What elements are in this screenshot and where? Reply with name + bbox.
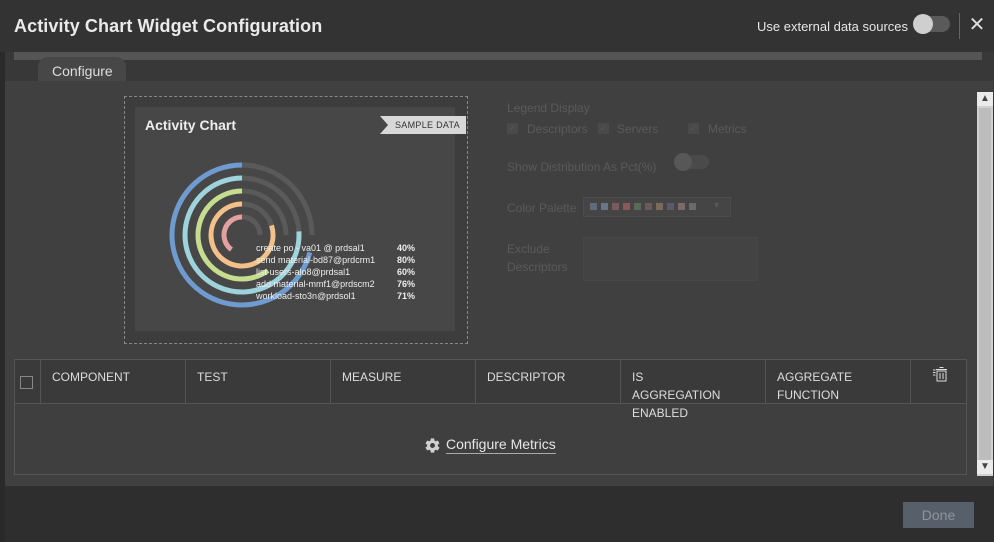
palette-swatch	[590, 203, 597, 210]
col-descriptor[interactable]: DESCRIPTOR	[476, 360, 621, 404]
exclude-label: Exclude	[507, 242, 550, 256]
select-all-cell	[15, 360, 41, 404]
sample-data-label: SAMPLE DATA	[395, 120, 460, 130]
color-palette-select[interactable]: ▾	[583, 197, 731, 217]
tab-configure[interactable]: Configure	[38, 57, 126, 81]
tab-strip	[14, 52, 982, 60]
table-header: COMPONENT TEST MEASURE DESCRIPTOR IS AGG…	[15, 360, 966, 420]
close-icon[interactable]: ✕	[967, 14, 987, 36]
legend-pct: 60%	[397, 267, 416, 277]
select-all-checkbox[interactable]	[20, 376, 33, 389]
col-test[interactable]: TEST	[186, 360, 331, 404]
header-divider	[959, 13, 960, 39]
toggle-knob	[674, 153, 692, 171]
legend-pct: 40%	[397, 243, 416, 253]
scroll-down-icon[interactable]: ▼	[977, 460, 993, 474]
palette-swatch	[623, 203, 630, 210]
descriptors-checkbox[interactable]: ✓	[507, 123, 518, 134]
configure-metrics-label: Configure Metrics	[446, 436, 556, 454]
palette-swatch	[689, 203, 696, 210]
ring-arc	[221, 214, 243, 252]
show-pct-label: Show Distribution As Pct(%)	[507, 160, 657, 174]
show-pct-toggle[interactable]	[674, 153, 709, 171]
color-palette-label: Color Palette	[507, 201, 577, 215]
servers-checkbox[interactable]: ✓	[598, 123, 609, 134]
palette-swatch	[656, 203, 663, 210]
tab-configure-label: Configure	[52, 63, 113, 79]
col-is-aggregation-enabled[interactable]: IS AGGREGATION ENABLED	[621, 360, 766, 420]
legend-label: workload-sto3n@prdsol1	[256, 291, 356, 301]
scroll-up-icon[interactable]: ▲	[977, 92, 993, 106]
gear-icon	[425, 438, 440, 453]
palette-swatch	[678, 203, 685, 210]
chevron-down-icon: ▾	[714, 200, 720, 211]
sample-data-badge: SAMPLE DATA	[380, 116, 466, 134]
col-measure[interactable]: MEASURE	[331, 360, 476, 404]
ring-track	[241, 162, 315, 236]
palette-swatch	[601, 203, 608, 210]
palette-swatch	[667, 203, 674, 210]
external-sources-label: Use external data sources	[757, 19, 909, 34]
toggle-knob	[913, 14, 933, 34]
ring-track	[241, 214, 263, 236]
legend-pct: 76%	[397, 279, 416, 289]
external-sources-toggle[interactable]	[913, 14, 950, 34]
scrollbar-thumb[interactable]	[979, 108, 991, 460]
legend-pct: 71%	[397, 291, 416, 301]
col-component[interactable]: COMPONENT	[41, 360, 186, 404]
metrics-label: Metrics	[708, 122, 747, 136]
vertical-scrollbar[interactable]: ▲ ▼	[977, 92, 993, 476]
legend-label: send material-bd87@prdcrm1	[256, 255, 376, 265]
dialog-title: Activity Chart Widget Configuration	[14, 16, 323, 36]
legend-label: list users-alo8@prdsal1	[256, 267, 351, 277]
exclude-descriptors-input[interactable]	[583, 237, 758, 281]
col-aggregate-function[interactable]: AGGREGATE FUNCTION	[766, 360, 911, 404]
trash-icon[interactable]	[933, 366, 949, 382]
servers-label: Servers	[617, 122, 659, 136]
palette-swatch	[645, 203, 652, 210]
palette-swatch	[634, 203, 641, 210]
descriptors-label: Descriptors	[527, 122, 588, 136]
legend-pct: 80%	[397, 255, 416, 265]
legend-label: create po - va01 @ prdsal1	[256, 243, 365, 253]
dialog-header: Activity Chart Widget Configuration Use …	[0, 0, 994, 52]
dialog-footer	[5, 486, 994, 542]
legend-display-label: Legend Display	[507, 101, 590, 115]
done-button[interactable]: Done	[903, 502, 974, 528]
metrics-checkbox[interactable]: ✓	[688, 123, 699, 134]
widget-config-dialog: Activity Chart Widget Configuration Use …	[0, 0, 994, 542]
descriptors-label-2: Descriptors	[507, 260, 568, 274]
legend-label: add material-mmf1@prdscm2	[256, 279, 375, 289]
metrics-table: COMPONENT TEST MEASURE DESCRIPTOR IS AGG…	[14, 359, 967, 475]
palette-swatch	[612, 203, 619, 210]
